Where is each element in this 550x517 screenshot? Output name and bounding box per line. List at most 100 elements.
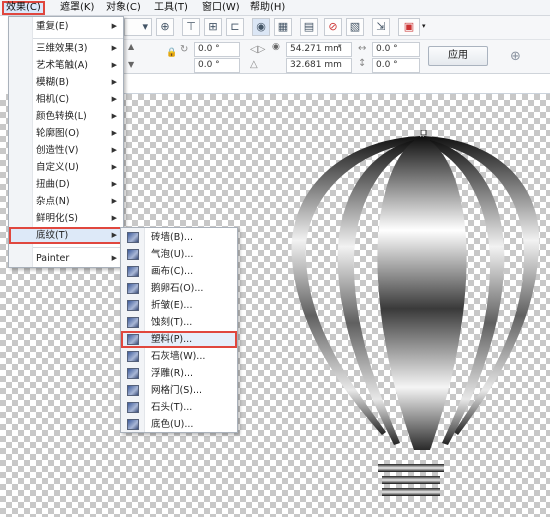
submenu-item-canvas[interactable]: 画布(C)...	[121, 263, 237, 280]
y-angle-field[interactable]: 0.0 °	[372, 58, 420, 73]
apply-button[interactable]: 应用	[428, 46, 488, 66]
standard-toolbar: ▾ ⊕ ⊤ ⊞ ⊏ ◉ ▦ ▤ ⊘ ▧ ⇲ ▣ ▾	[124, 16, 550, 40]
submenu-arrow-icon: ▶	[111, 163, 117, 171]
distribute-icon[interactable]: ⊞	[204, 18, 222, 36]
menu-bar: 效果(C) 遮罩(K) 对象(C) 工具(T) 窗口(W) 帮助(H)	[0, 0, 550, 16]
spin-arrows-icon[interactable]: ▲	[128, 42, 134, 51]
submenu-arrow-icon: ▶	[111, 61, 117, 69]
canvas-icon	[127, 266, 139, 277]
screen-door-icon	[127, 385, 139, 396]
menu-mask[interactable]: 遮罩(K)	[58, 1, 96, 15]
menu-separator	[33, 247, 123, 248]
submenu-arrow-icon: ▶	[111, 146, 117, 154]
texture-submenu: 砖墙(B)... 气泡(U)... 画布(C)... 鹅卵石(O)... 折皱(…	[120, 227, 238, 433]
menu-item-painter[interactable]: Painter ▶	[9, 250, 123, 267]
add-plus-icon[interactable]: ⊕	[510, 49, 521, 64]
bubbles-icon	[127, 249, 139, 260]
menu-tools[interactable]: 工具(T)	[152, 1, 190, 15]
mirror-icon[interactable]: ◁▷	[250, 44, 265, 55]
etching-icon	[127, 317, 139, 328]
selection-handle[interactable]	[420, 130, 427, 136]
vertical-arrow-icon: ↕	[358, 58, 367, 69]
submenu-arrow-icon: ▶	[111, 44, 117, 52]
balloon-artwork[interactable]	[282, 130, 542, 510]
submenu-arrow-icon: ▶	[111, 78, 117, 86]
cobblestone-icon	[127, 283, 139, 294]
submenu-arrow-icon: ▶	[111, 95, 117, 103]
submenu-item-wrinkle[interactable]: 折皱(E)...	[121, 297, 237, 314]
angle-field-1[interactable]: 0.0 °	[194, 42, 240, 57]
wrinkle-icon	[127, 300, 139, 311]
color-picker-icon[interactable]: ▣	[398, 18, 420, 36]
menu-help[interactable]: 帮助(H)	[248, 1, 287, 15]
submenu-item-bubbles[interactable]: 气泡(U)...	[121, 246, 237, 263]
clipboard-icon[interactable]: ▤	[300, 18, 318, 36]
spin-arrows-icon-2[interactable]: ▼	[128, 60, 134, 69]
basket-top	[378, 464, 444, 472]
relief-icon	[127, 368, 139, 379]
plastic-icon	[127, 334, 139, 345]
plaster-wall-icon	[127, 351, 139, 362]
submenu-arrow-icon: ▶	[111, 254, 117, 262]
menu-item-repeat[interactable]: 重复(E) ▶	[9, 18, 123, 35]
menu-effects[interactable]: 效果(C)	[2, 1, 45, 15]
chevron-down-icon[interactable]: ▾	[422, 22, 426, 30]
wireframe-icon[interactable]: ▦	[274, 18, 292, 36]
balloon-center-panel	[377, 136, 467, 450]
menu-item-blur[interactable]: 模糊(B) ▶	[9, 74, 123, 91]
submenu-item-plaster-wall[interactable]: 石灰墙(W)...	[121, 348, 237, 365]
menu-item-3d-effects[interactable]: 三维效果(3) ▶	[9, 40, 123, 57]
width-eye-icon: ◉	[272, 42, 280, 52]
width-field[interactable]: 54.271 mm	[286, 42, 352, 57]
rotate-icon: ↻	[180, 44, 189, 55]
menu-item-contour[interactable]: 轮廓图(O) ▶	[9, 125, 123, 142]
spinner-down-icon[interactable]: ▾	[338, 42, 342, 50]
cancel-icon[interactable]: ⊘	[324, 18, 342, 36]
submenu-arrow-icon: ▶	[111, 214, 117, 222]
submenu-arrow-icon: ▶	[111, 129, 117, 137]
submenu-item-underpainting[interactable]: 底色(U)...	[121, 416, 237, 433]
submenu-item-screen-door[interactable]: 网格门(S)...	[121, 382, 237, 399]
lock-icon[interactable]: 🔒	[166, 48, 177, 58]
stone-icon	[127, 402, 139, 413]
submenu-arrow-icon: ▶	[111, 180, 117, 188]
x-angle-field[interactable]: 0.0 °	[372, 42, 420, 57]
menu-item-creative[interactable]: 创造性(V) ▶	[9, 142, 123, 159]
submenu-item-brick-wall[interactable]: 砖墙(B)...	[121, 229, 237, 246]
ruler-strip	[124, 74, 550, 94]
horizontal-arrow-icon: ↔	[358, 43, 367, 54]
menu-item-texture[interactable]: 底纹(T) ▶	[9, 227, 123, 244]
angle-field-2[interactable]: 0.0 °	[194, 58, 240, 73]
brick-wall-icon	[127, 232, 139, 243]
layer-icon[interactable]: ▧	[346, 18, 364, 36]
submenu-item-etching[interactable]: 蚀刻(T)...	[121, 314, 237, 331]
resize-icon[interactable]: ⇲	[372, 18, 390, 36]
submenu-arrow-icon: ▶	[111, 197, 117, 205]
dropdown-chevron-icon[interactable]: ▾	[124, 18, 152, 36]
menu-item-distort[interactable]: 扭曲(D) ▶	[9, 176, 123, 193]
menu-item-color-transform[interactable]: 颜色转换(L) ▶	[9, 108, 123, 125]
menu-item-art-strokes[interactable]: 艺术笔触(A) ▶	[9, 57, 123, 74]
submenu-item-cobblestone[interactable]: 鹅卵石(O)...	[121, 280, 237, 297]
view-eye-icon[interactable]: ◉	[252, 18, 270, 36]
flip-icon[interactable]: ⊏	[226, 18, 244, 36]
mirror-vertical-icon[interactable]: △	[250, 59, 258, 70]
submenu-item-plastic[interactable]: 塑料(P)...	[121, 331, 237, 348]
effects-menu: 重复(E) ▶ 三维效果(3) ▶ 艺术笔触(A) ▶ 模糊(B) ▶ 相机(C) ▶ 颜…	[8, 16, 124, 268]
basket-bottom	[382, 488, 440, 496]
menu-item-noise[interactable]: 杂点(N) ▶	[9, 193, 123, 210]
basket-middle	[382, 476, 440, 484]
menu-object[interactable]: 对象(C)	[104, 1, 143, 15]
menu-item-custom[interactable]: 自定义(U) ▶	[9, 159, 123, 176]
submenu-arrow-icon: ▶	[111, 112, 117, 120]
menu-window[interactable]: 窗口(W)	[200, 1, 242, 15]
menu-separator	[33, 38, 123, 39]
menu-item-camera[interactable]: 相机(C) ▶	[9, 91, 123, 108]
menu-item-sharpen[interactable]: 鲜明化(S) ▶	[9, 210, 123, 227]
align-icon[interactable]: ⊤	[182, 18, 200, 36]
height-field[interactable]: 32.681 mm	[286, 58, 352, 73]
zoom-plus-icon[interactable]: ⊕	[156, 18, 174, 36]
submenu-item-stone[interactable]: 石头(T)...	[121, 399, 237, 416]
submenu-item-relief[interactable]: 浮雕(R)...	[121, 365, 237, 382]
submenu-arrow-icon: ▶	[111, 22, 117, 30]
